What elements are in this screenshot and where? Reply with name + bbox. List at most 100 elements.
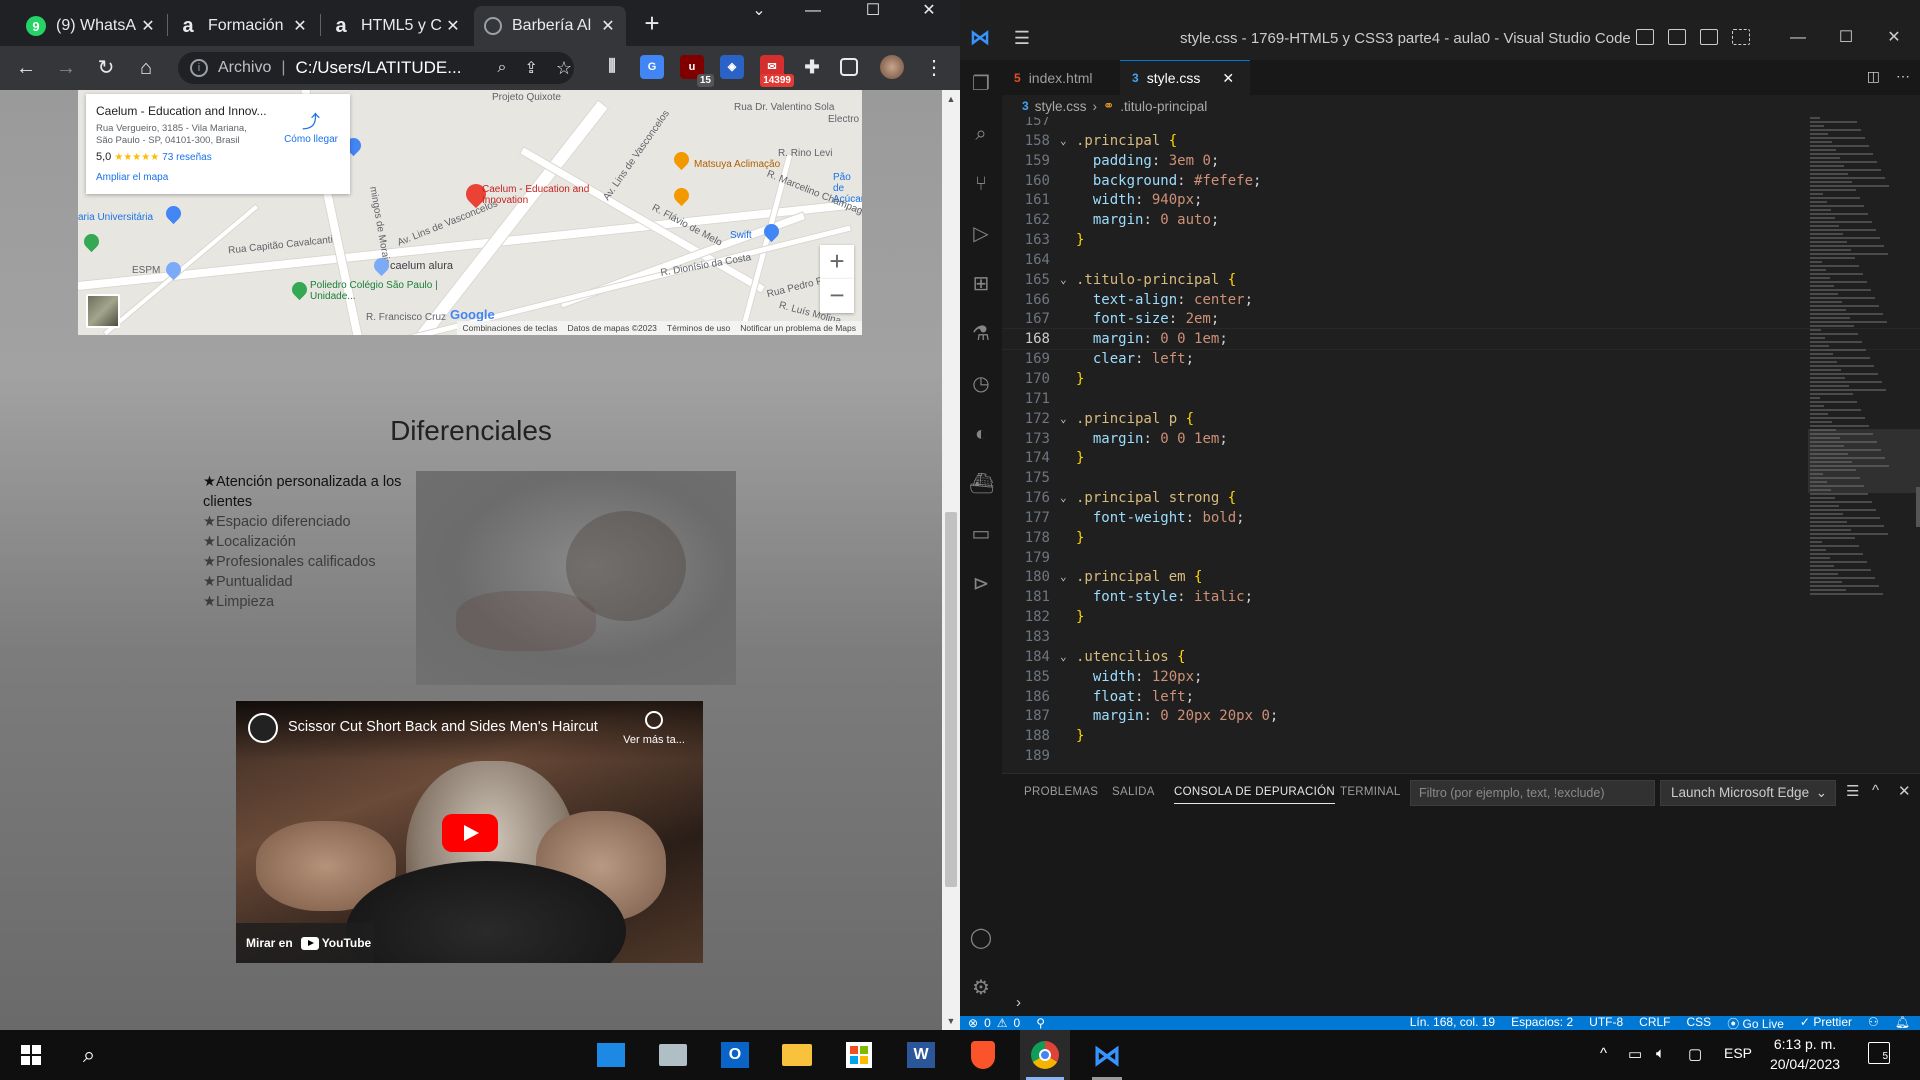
zoom-in-button[interactable]: +	[820, 245, 854, 279]
cursor-position[interactable]: Lín. 168, col. 19	[1410, 1015, 1495, 1032]
code-line[interactable]: 174}	[1002, 448, 1920, 468]
youtube-embed[interactable]: Scissor Cut Short Back and Sides Men's H…	[236, 701, 703, 963]
customize-layout-icon[interactable]	[1732, 29, 1750, 45]
breadcrumb-symbol[interactable]: .titulo-principal	[1120, 99, 1207, 114]
split-editor-icon[interactable]: ◫	[1867, 68, 1880, 85]
edge-devtools-icon[interactable]: ◐	[969, 422, 993, 446]
filter-input[interactable]: Filtro (por ejemplo, text, !exclude)	[1410, 780, 1655, 806]
close-tab-icon[interactable]: ✕	[445, 16, 461, 36]
toggle-sidebar-icon[interactable]	[1636, 29, 1654, 45]
map-footer-report[interactable]: Notificar un problema de Maps	[740, 323, 856, 333]
side-panel-icon[interactable]	[840, 58, 858, 76]
taskbar-app-store[interactable]	[834, 1030, 884, 1080]
warning-icon[interactable]: ⚠	[997, 1016, 1008, 1030]
terminal-icon[interactable]: ⊳	[969, 572, 993, 596]
code-line[interactable]: 168 margin: 0 0 1em;	[1002, 328, 1920, 351]
battery-icon[interactable]: ▭	[1628, 1045, 1642, 1063]
close-tab-icon[interactable]: ✕	[1222, 70, 1234, 87]
reviews-link[interactable]: 73 reseñas	[162, 152, 211, 163]
scroll-up-arrow[interactable]: ▲	[946, 94, 956, 104]
code-line[interactable]: 181 font-style: italic;	[1002, 587, 1920, 607]
code-line[interactable]: 167 font-size: 2em;	[1002, 309, 1920, 329]
scroll-down-arrow[interactable]: ▼	[946, 1016, 956, 1026]
code-line[interactable]: 182}	[1002, 607, 1920, 627]
fold-chevron-icon[interactable]: ⌄	[1060, 131, 1074, 151]
settings-gear-icon[interactable]: ⚙	[969, 976, 993, 1000]
clock[interactable]: 6:13 p. m. 20/04/2023	[1760, 1034, 1850, 1074]
code-line[interactable]: 188}	[1002, 726, 1920, 746]
taskbar-app-brave[interactable]	[958, 1030, 1008, 1080]
testing-icon[interactable]: ⚗	[969, 322, 993, 346]
share-icon[interactable]: ⇪	[524, 58, 537, 78]
folder-icon[interactable]: ▭	[969, 522, 993, 546]
zoom-out-button[interactable]: −	[820, 279, 854, 313]
directions-button[interactable]: ⤴ Cómo llegar	[284, 108, 338, 145]
taskbar-app-computer[interactable]	[648, 1030, 698, 1080]
toggle-panel-icon[interactable]	[1668, 29, 1686, 45]
account-status-icon[interactable]: ⚇	[1868, 1015, 1879, 1032]
new-tab-button[interactable]: +	[638, 10, 666, 38]
close-window-button[interactable]: ✕	[1874, 26, 1914, 50]
tab-index-html[interactable]: 5 index.html	[1002, 60, 1120, 95]
toggle-secondary-sidebar-icon[interactable]	[1700, 29, 1718, 45]
code-line[interactable]: 162 margin: 0 auto;	[1002, 210, 1920, 230]
bookmark-star-icon[interactable]: ☆	[556, 58, 572, 79]
remote-icon[interactable]: ⚲	[1036, 1016, 1045, 1030]
map-footer-terms[interactable]: Términos de uso	[667, 323, 730, 333]
extensions-icon[interactable]: ⊞	[969, 272, 993, 296]
language-mode[interactable]: CSS	[1687, 1015, 1712, 1032]
code-line[interactable]: 163}	[1002, 230, 1920, 250]
minimize-button[interactable]: —	[1778, 26, 1818, 50]
home-button[interactable]: ⌂	[132, 54, 160, 82]
taskbar-app-explorer[interactable]	[772, 1030, 822, 1080]
channel-avatar[interactable]	[248, 713, 278, 743]
errors-icon[interactable]: ⊗	[968, 1016, 978, 1030]
browser-tab-html5[interactable]: a HTML5 y C ✕	[321, 6, 471, 46]
code-line[interactable]: 157	[1002, 117, 1920, 131]
tab-search-icon[interactable]: ⌄	[736, 0, 782, 24]
close-window-button[interactable]: ✕	[906, 0, 952, 24]
watch-later-button[interactable]: Ver más ta...	[619, 711, 689, 746]
watch-on-youtube-button[interactable]: Mirar en YouTube	[236, 923, 374, 963]
video-title[interactable]: Scissor Cut Short Back and Sides Men's H…	[288, 719, 598, 735]
source-control-icon[interactable]: ⑂	[969, 172, 993, 196]
tab-style-css[interactable]: 3 style.css ✕	[1120, 60, 1250, 95]
code-line[interactable]: 160 background: #fefefe;	[1002, 171, 1920, 191]
start-button[interactable]	[6, 1030, 56, 1080]
scrollbar-thumb[interactable]	[945, 512, 957, 887]
run-debug-icon[interactable]: ▷	[969, 222, 993, 246]
code-line[interactable]: 175	[1002, 468, 1920, 488]
taskbar-app-outlook[interactable]: O	[710, 1030, 760, 1080]
code-line[interactable]: 179	[1002, 548, 1920, 568]
taskbar-app-chrome[interactable]	[1020, 1030, 1070, 1080]
editor-scrollbar[interactable]	[1916, 487, 1920, 527]
minimap-slider[interactable]	[1808, 429, 1920, 493]
minimize-button[interactable]: —	[790, 0, 836, 24]
reload-button[interactable]: ↻	[92, 54, 120, 82]
taskbar-app-monitor[interactable]	[586, 1030, 636, 1080]
zoom-icon[interactable]: ⌕	[498, 59, 507, 77]
prettier-button[interactable]: ✓ Prettier	[1800, 1015, 1852, 1032]
tab-problems[interactable]: PROBLEMAS	[1024, 786, 1098, 798]
menu-kebab-icon[interactable]: ⋮	[920, 54, 948, 82]
browser-tab-barberia[interactable]: Barbería Al ✕	[474, 6, 626, 46]
mail-extension-icon[interactable]: ✉ 14399	[760, 55, 794, 87]
code-line[interactable]: 171	[1002, 389, 1920, 409]
launch-config-select[interactable]: Launch Microsoft Edge ⌄	[1660, 780, 1836, 806]
fold-chevron-icon[interactable]: ⌄	[1060, 488, 1074, 508]
extensions-puzzle-icon[interactable]: ✚	[800, 55, 824, 79]
maximize-button[interactable]: ☐	[850, 0, 896, 24]
minimap[interactable]	[1810, 117, 1906, 637]
expand-map-link[interactable]: Ampliar el mapa	[96, 172, 340, 183]
code-line[interactable]: 164	[1002, 250, 1920, 270]
ublock-icon[interactable]: u 15	[680, 55, 714, 87]
code-line[interactable]: 165 ⌄ .titulo-principal {	[1002, 270, 1920, 290]
taskbar-app-vscode[interactable]: ⋈	[1082, 1030, 1132, 1080]
more-actions-icon[interactable]: ⋯	[1896, 68, 1910, 85]
code-line[interactable]: 186 float: left;	[1002, 687, 1920, 707]
code-line[interactable]: 180 ⌄ .principal em {	[1002, 567, 1920, 587]
network-icon[interactable]: ▢	[1688, 1045, 1702, 1063]
play-button[interactable]	[442, 814, 498, 852]
go-live-button[interactable]: ⦿ Go Live	[1727, 1015, 1784, 1032]
fold-chevron-icon[interactable]: ⌄	[1060, 647, 1074, 667]
